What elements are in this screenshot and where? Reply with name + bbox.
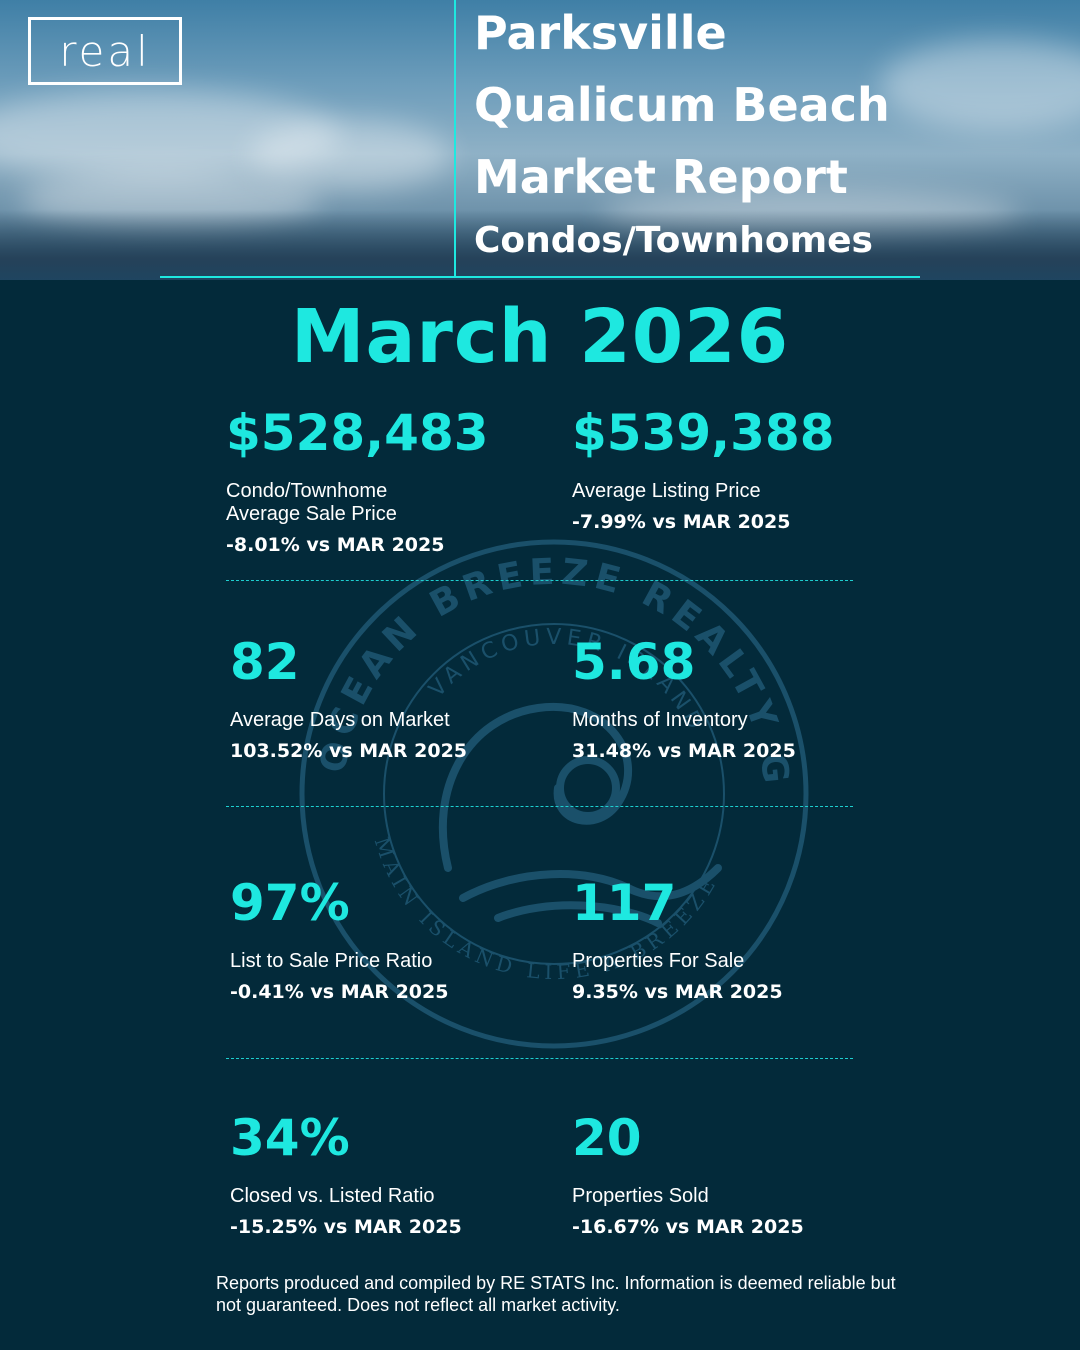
stat-average-listing-price: $539,388 Average Listing Price -7.99% vs…: [572, 408, 835, 533]
stat-properties-sold: 20 Properties Sold -16.67% vs MAR 2025: [572, 1113, 804, 1238]
stat-value: 82: [230, 633, 300, 691]
stat-change: 9.35% vs MAR 2025: [572, 981, 783, 1003]
real-logo: real: [28, 17, 182, 85]
row-divider: [226, 1058, 853, 1059]
stat-change: -7.99% vs MAR 2025: [572, 511, 791, 533]
header-vertical-rule: [454, 0, 456, 278]
stat-change: -8.01% vs MAR 2025: [226, 534, 445, 556]
row-divider: [226, 580, 853, 581]
row-divider: [226, 806, 853, 807]
report-month: March 2026: [290, 294, 790, 380]
stat-label: Closed vs. Listed Ratio: [230, 1185, 435, 1207]
stat-value: $528,483: [226, 404, 489, 462]
stat-label: Average Listing Price: [572, 480, 761, 502]
stat-list-to-sale-ratio: 97% List to Sale Price Ratio -0.41% vs M…: [230, 878, 448, 1003]
stat-value: 5.68: [572, 633, 696, 691]
stat-value: 34%: [230, 1109, 350, 1167]
title-report: Market Report: [474, 150, 848, 204]
title-location-2: Qualicum Beach: [474, 78, 890, 132]
stat-value: 117: [572, 874, 677, 932]
stat-months-of-inventory: 5.68 Months of Inventory 31.48% vs MAR 2…: [572, 637, 796, 762]
stat-label: List to Sale Price Ratio: [230, 950, 433, 972]
disclaimer-footer: Reports produced and compiled by RE STAT…: [216, 1273, 896, 1315]
stat-label: Average Days on Market: [230, 709, 450, 731]
title-property-type: Condos/Townhomes: [474, 220, 873, 261]
stat-change: -15.25% vs MAR 2025: [230, 1216, 462, 1238]
stat-label: Months of Inventory: [572, 709, 748, 731]
stat-properties-for-sale: 117 Properties For Sale 9.35% vs MAR 202…: [572, 878, 783, 1003]
stat-change: 31.48% vs MAR 2025: [572, 740, 796, 762]
stat-label: Condo/Townhome Average Sale Price: [226, 480, 397, 525]
stat-value: $539,388: [572, 404, 835, 462]
stat-change: -0.41% vs MAR 2025: [230, 981, 449, 1003]
stat-value: 97%: [230, 874, 350, 932]
stat-average-days-on-market: 82 Average Days on Market 103.52% vs MAR…: [230, 637, 467, 762]
title-location-1: Parksville: [474, 6, 727, 60]
stat-label: Properties For Sale: [572, 950, 745, 972]
stat-average-sale-price: $528,483 Condo/Townhome Average Sale Pri…: [226, 408, 489, 556]
stat-value: 20: [572, 1109, 642, 1167]
stat-closed-vs-listed-ratio: 34% Closed vs. Listed Ratio -15.25% vs M…: [230, 1113, 462, 1238]
stat-change: 103.52% vs MAR 2025: [230, 740, 468, 762]
stat-label: Properties Sold: [572, 1185, 709, 1207]
header-horizontal-rule: [160, 276, 920, 278]
stat-change: -16.67% vs MAR 2025: [572, 1216, 804, 1238]
